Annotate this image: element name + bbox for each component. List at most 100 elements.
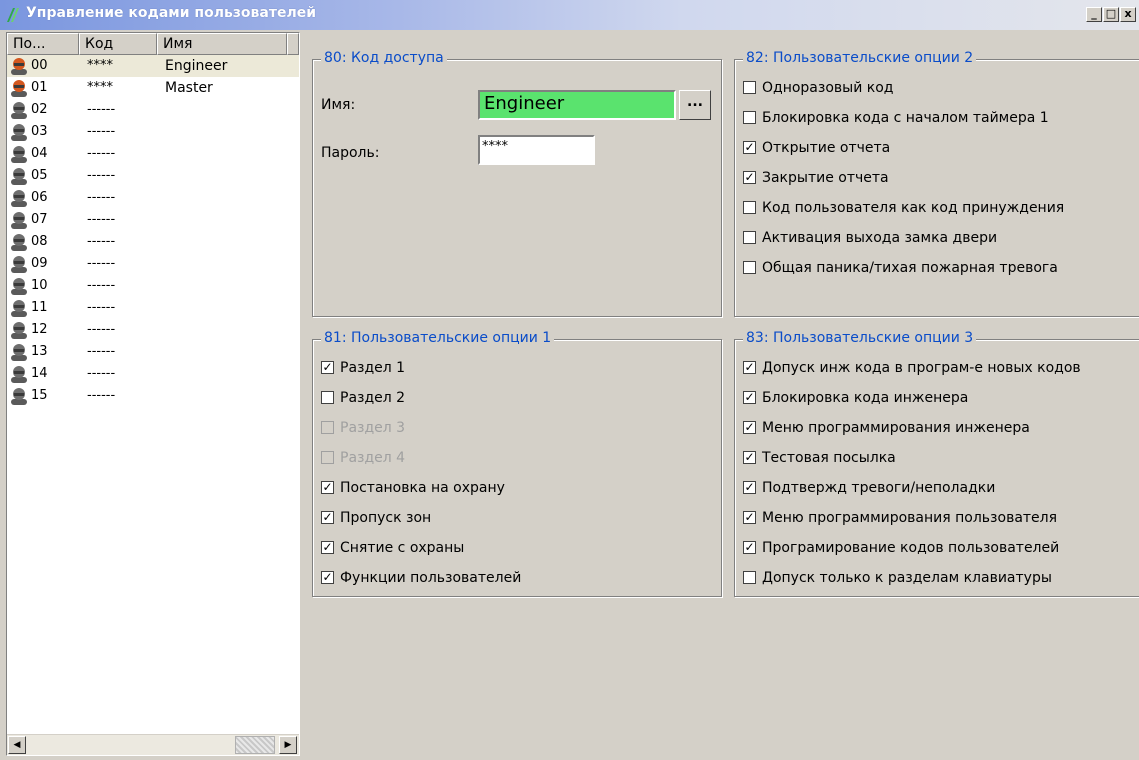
checkbox-unchecked-icon[interactable] bbox=[321, 390, 334, 404]
checkbox-checked-icon[interactable]: ✓ bbox=[743, 510, 756, 524]
checkbox-checked-icon[interactable]: ✓ bbox=[743, 360, 756, 374]
option-checkbox[interactable]: Одноразовый код bbox=[743, 77, 893, 99]
checkbox-checked-icon[interactable]: ✓ bbox=[743, 390, 756, 404]
user-number: 12 bbox=[31, 322, 48, 337]
checkbox-checked-icon[interactable]: ✓ bbox=[321, 360, 334, 374]
checkbox-checked-icon[interactable]: ✓ bbox=[743, 420, 756, 434]
option-checkbox[interactable]: ✓ Програмирование кодов пользователей bbox=[743, 537, 1059, 559]
option-checkbox[interactable]: ✓ Постановка на охрану bbox=[321, 477, 505, 499]
user-code: ------ bbox=[87, 146, 116, 161]
user-code: ------ bbox=[87, 168, 116, 183]
user-number: 07 bbox=[31, 212, 48, 227]
column-header-position[interactable]: По... bbox=[7, 33, 79, 55]
checkbox-unchecked-icon[interactable] bbox=[743, 570, 756, 584]
user-number: 00 bbox=[31, 58, 48, 73]
checkbox-checked-icon[interactable]: ✓ bbox=[743, 170, 756, 184]
maximize-button[interactable]: □ bbox=[1103, 7, 1119, 22]
option-checkbox[interactable]: ✓ Открытие отчета bbox=[743, 137, 890, 159]
option-checkbox[interactable]: ✓ Меню программирования инженера bbox=[743, 417, 1030, 439]
user-avatar-icon bbox=[11, 300, 27, 317]
option-label: Допуск инж кода в програм-е новых кодов bbox=[762, 360, 1081, 376]
checkbox-unchecked-icon[interactable] bbox=[743, 230, 756, 244]
checkbox-checked-icon[interactable]: ✓ bbox=[321, 510, 334, 524]
scroll-thumb[interactable] bbox=[235, 736, 275, 754]
name-field[interactable]: Engineer bbox=[478, 90, 676, 120]
user-avatar-icon bbox=[11, 366, 27, 383]
column-header-code[interactable]: Код bbox=[79, 33, 157, 55]
option-checkbox[interactable]: Допуск только к разделам клавиатуры bbox=[743, 567, 1052, 589]
option-checkbox: Раздел 4 bbox=[321, 447, 405, 469]
user-row[interactable]: 15 ------ bbox=[7, 385, 299, 407]
option-label: Код пользователя как код принуждения bbox=[762, 200, 1065, 216]
user-row[interactable]: 02 ------ bbox=[7, 99, 299, 121]
user-row[interactable]: 10 ------ bbox=[7, 275, 299, 297]
access-code-group: 80: Код доступа Имя: Engineer ... Пароль… bbox=[312, 50, 722, 317]
user-number: 10 bbox=[31, 278, 48, 293]
user-code: ------ bbox=[87, 366, 116, 381]
pane-splitter[interactable] bbox=[300, 32, 308, 756]
scroll-left-icon[interactable]: ◀ bbox=[8, 736, 26, 754]
option-checkbox[interactable]: ✓ Снятие с охраны bbox=[321, 537, 464, 559]
option-checkbox[interactable]: Раздел 2 bbox=[321, 387, 405, 409]
close-button[interactable]: x bbox=[1120, 7, 1136, 22]
user-row[interactable]: 00 **** Engineer bbox=[7, 55, 299, 77]
checkbox-checked-icon[interactable]: ✓ bbox=[743, 540, 756, 554]
option-checkbox[interactable]: ✓ Раздел 1 bbox=[321, 357, 405, 379]
user-avatar-icon bbox=[11, 80, 27, 97]
user-row[interactable]: 12 ------ bbox=[7, 319, 299, 341]
option-checkbox[interactable]: ✓ Допуск инж кода в програм-е новых кодов bbox=[743, 357, 1081, 379]
checkbox-unchecked-icon[interactable] bbox=[743, 260, 756, 274]
user-row[interactable]: 06 ------ bbox=[7, 187, 299, 209]
option-label: Закрытие отчета bbox=[762, 170, 889, 186]
option-checkbox[interactable]: ✓ Тестовая посылка bbox=[743, 447, 896, 469]
user-list[interactable]: По... Код Имя 00 **** Engineer 01 **** Master… bbox=[6, 32, 300, 756]
checkbox-unchecked-icon[interactable] bbox=[743, 80, 756, 94]
user-row[interactable]: 01 **** Master bbox=[7, 77, 299, 99]
horizontal-scrollbar[interactable]: ◀ ▶ bbox=[7, 734, 299, 755]
option-label: Общая паника/тихая пожарная тревога bbox=[762, 260, 1058, 276]
checkbox-checked-icon[interactable]: ✓ bbox=[743, 450, 756, 464]
user-options-1-group: 81: Пользовательские опции 1 ✓ Раздел 1 Ра… bbox=[312, 330, 722, 597]
option-checkbox[interactable]: Блокировка кода с началом таймера 1 bbox=[743, 107, 1049, 129]
user-avatar-icon bbox=[11, 344, 27, 361]
user-row[interactable]: 07 ------ bbox=[7, 209, 299, 231]
checkbox-unchecked-icon[interactable] bbox=[743, 200, 756, 214]
option-checkbox[interactable]: ✓ Блокировка кода инженера bbox=[743, 387, 968, 409]
user-row[interactable]: 11 ------ bbox=[7, 297, 299, 319]
user-avatar-icon bbox=[11, 278, 27, 295]
user-row[interactable]: 13 ------ bbox=[7, 341, 299, 363]
user-row[interactable]: 14 ------ bbox=[7, 363, 299, 385]
checkbox-checked-icon[interactable]: ✓ bbox=[321, 540, 334, 554]
checkbox-checked-icon[interactable]: ✓ bbox=[321, 480, 334, 494]
user-row[interactable]: 04 ------ bbox=[7, 143, 299, 165]
user-row[interactable]: 05 ------ bbox=[7, 165, 299, 187]
option-checkbox[interactable]: ✓ Меню программирования пользователя bbox=[743, 507, 1057, 529]
checkbox-unchecked-icon[interactable] bbox=[743, 110, 756, 124]
option-checkbox[interactable]: Активация выхода замка двери bbox=[743, 227, 997, 249]
option-label: Функции пользователей bbox=[340, 570, 522, 586]
user-row[interactable]: 09 ------ bbox=[7, 253, 299, 275]
user-code: ------ bbox=[87, 278, 116, 293]
minimize-button[interactable]: _ bbox=[1086, 7, 1102, 22]
option-checkbox[interactable]: Общая паника/тихая пожарная тревога bbox=[743, 257, 1058, 279]
option-checkbox[interactable]: ✓ Закрытие отчета bbox=[743, 167, 889, 189]
title-bar: Управление кодами пользователей _ □ x bbox=[0, 0, 1139, 30]
option-label: Постановка на охрану bbox=[340, 480, 505, 496]
user-avatar-icon bbox=[11, 234, 27, 251]
browse-button[interactable]: ... bbox=[679, 90, 711, 120]
option-checkbox: Раздел 3 bbox=[321, 417, 405, 439]
user-row[interactable]: 03 ------ bbox=[7, 121, 299, 143]
checkbox-checked-icon[interactable]: ✓ bbox=[743, 140, 756, 154]
user-number: 06 bbox=[31, 190, 48, 205]
checkbox-checked-icon[interactable]: ✓ bbox=[321, 570, 334, 584]
option-checkbox[interactable]: Код пользователя как код принуждения bbox=[743, 197, 1064, 219]
user-row[interactable]: 08 ------ bbox=[7, 231, 299, 253]
option-checkbox[interactable]: ✓ Функции пользователей bbox=[321, 567, 521, 589]
scroll-right-icon[interactable]: ▶ bbox=[279, 736, 297, 754]
column-header-name[interactable]: Имя bbox=[157, 33, 287, 55]
checkbox-checked-icon[interactable]: ✓ bbox=[743, 480, 756, 494]
password-field[interactable]: **** bbox=[478, 135, 595, 165]
option-checkbox[interactable]: ✓ Пропуск зон bbox=[321, 507, 431, 529]
user-avatar-icon bbox=[11, 146, 27, 163]
option-checkbox[interactable]: ✓ Подтвержд тревоги/неполадки bbox=[743, 477, 995, 499]
